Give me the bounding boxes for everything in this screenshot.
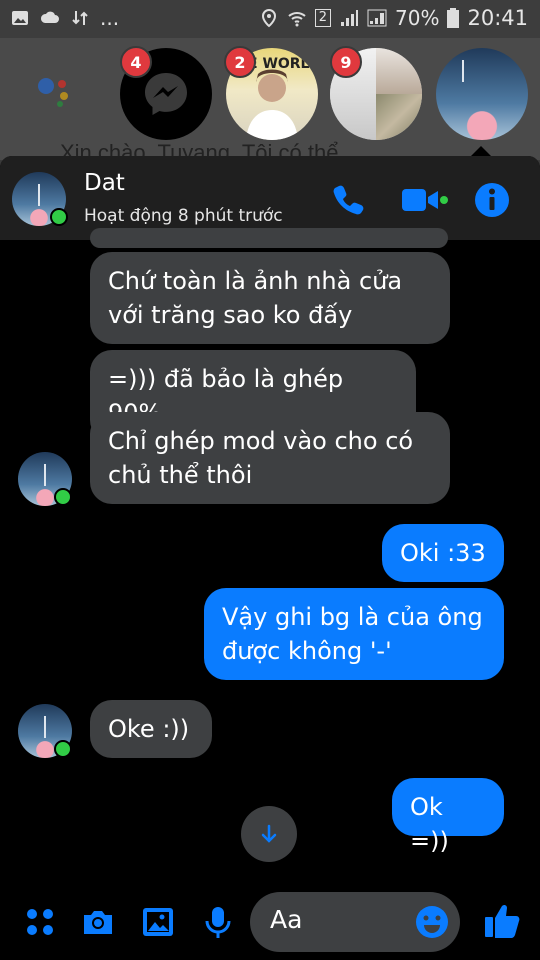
message-bubble-incoming[interactable]: Oke :))	[90, 700, 212, 758]
image-notification-icon	[12, 11, 28, 25]
chat-head-dat[interactable]	[436, 48, 528, 140]
arrow-down-icon	[261, 824, 277, 843]
message-bubble-outgoing[interactable]: Oki :33	[382, 524, 504, 582]
microphone-icon[interactable]	[200, 904, 236, 940]
gallery-icon[interactable]	[140, 904, 176, 940]
clock: 20:41	[467, 6, 528, 30]
message-input-placeholder: Aa	[270, 905, 303, 934]
phone-call-icon[interactable]	[328, 180, 368, 220]
status-bar: ... 2 70% 20:41	[0, 0, 540, 38]
unread-badge: 9	[330, 46, 362, 78]
message-input[interactable]: Aa	[250, 892, 460, 952]
cloud-icon	[40, 11, 59, 23]
photo-cat	[376, 48, 422, 94]
unread-badge: 2	[224, 46, 256, 78]
online-indicator	[54, 488, 72, 506]
signal-2-icon	[367, 9, 387, 27]
message-composer: Aa	[0, 884, 540, 960]
info-icon[interactable]	[472, 180, 512, 220]
message-bubble-incoming[interactable]: Chứ toàn là ảnh nhà cửa với trăng sao ko…	[90, 252, 450, 344]
data-transfer-icon	[72, 11, 88, 25]
scroll-to-bottom-button[interactable]	[241, 806, 297, 862]
video-call-icon[interactable]	[400, 180, 448, 220]
message-bubble-partial[interactable]	[90, 228, 448, 248]
messenger-icon	[145, 73, 187, 115]
battery-icon	[447, 8, 460, 28]
message-bubble-outgoing[interactable]: Vậy ghi bg là của ông được không '-'	[204, 588, 504, 680]
sim-badge: 2	[314, 9, 332, 27]
unread-badge: 4	[120, 46, 152, 78]
thumbs-up-icon[interactable]	[482, 900, 522, 940]
online-indicator	[50, 208, 68, 226]
camera-icon[interactable]	[80, 904, 116, 940]
online-indicator	[54, 740, 72, 758]
emoji-icon[interactable]	[414, 904, 450, 940]
chat-panel: Dat Hoạt động 8 phút trước Chứ toàn là ả…	[0, 156, 540, 960]
battery-percent: 70%	[395, 6, 440, 30]
apps-grid-icon[interactable]	[22, 904, 58, 940]
contact-name[interactable]: Dat	[84, 170, 125, 196]
signal-icon	[341, 10, 359, 26]
contact-status: Hoạt động 8 phút trước	[84, 206, 283, 226]
location-icon	[261, 8, 276, 28]
google-assistant-icon	[38, 78, 68, 107]
message-bubble-incoming[interactable]: Chỉ ghép mod vào cho có chủ thể thôi	[90, 412, 450, 504]
message-bubble-outgoing[interactable]: Ok =))	[392, 778, 504, 855]
photo-money	[376, 94, 422, 140]
wifi-icon	[288, 12, 306, 27]
more-notifications: ...	[100, 6, 120, 30]
